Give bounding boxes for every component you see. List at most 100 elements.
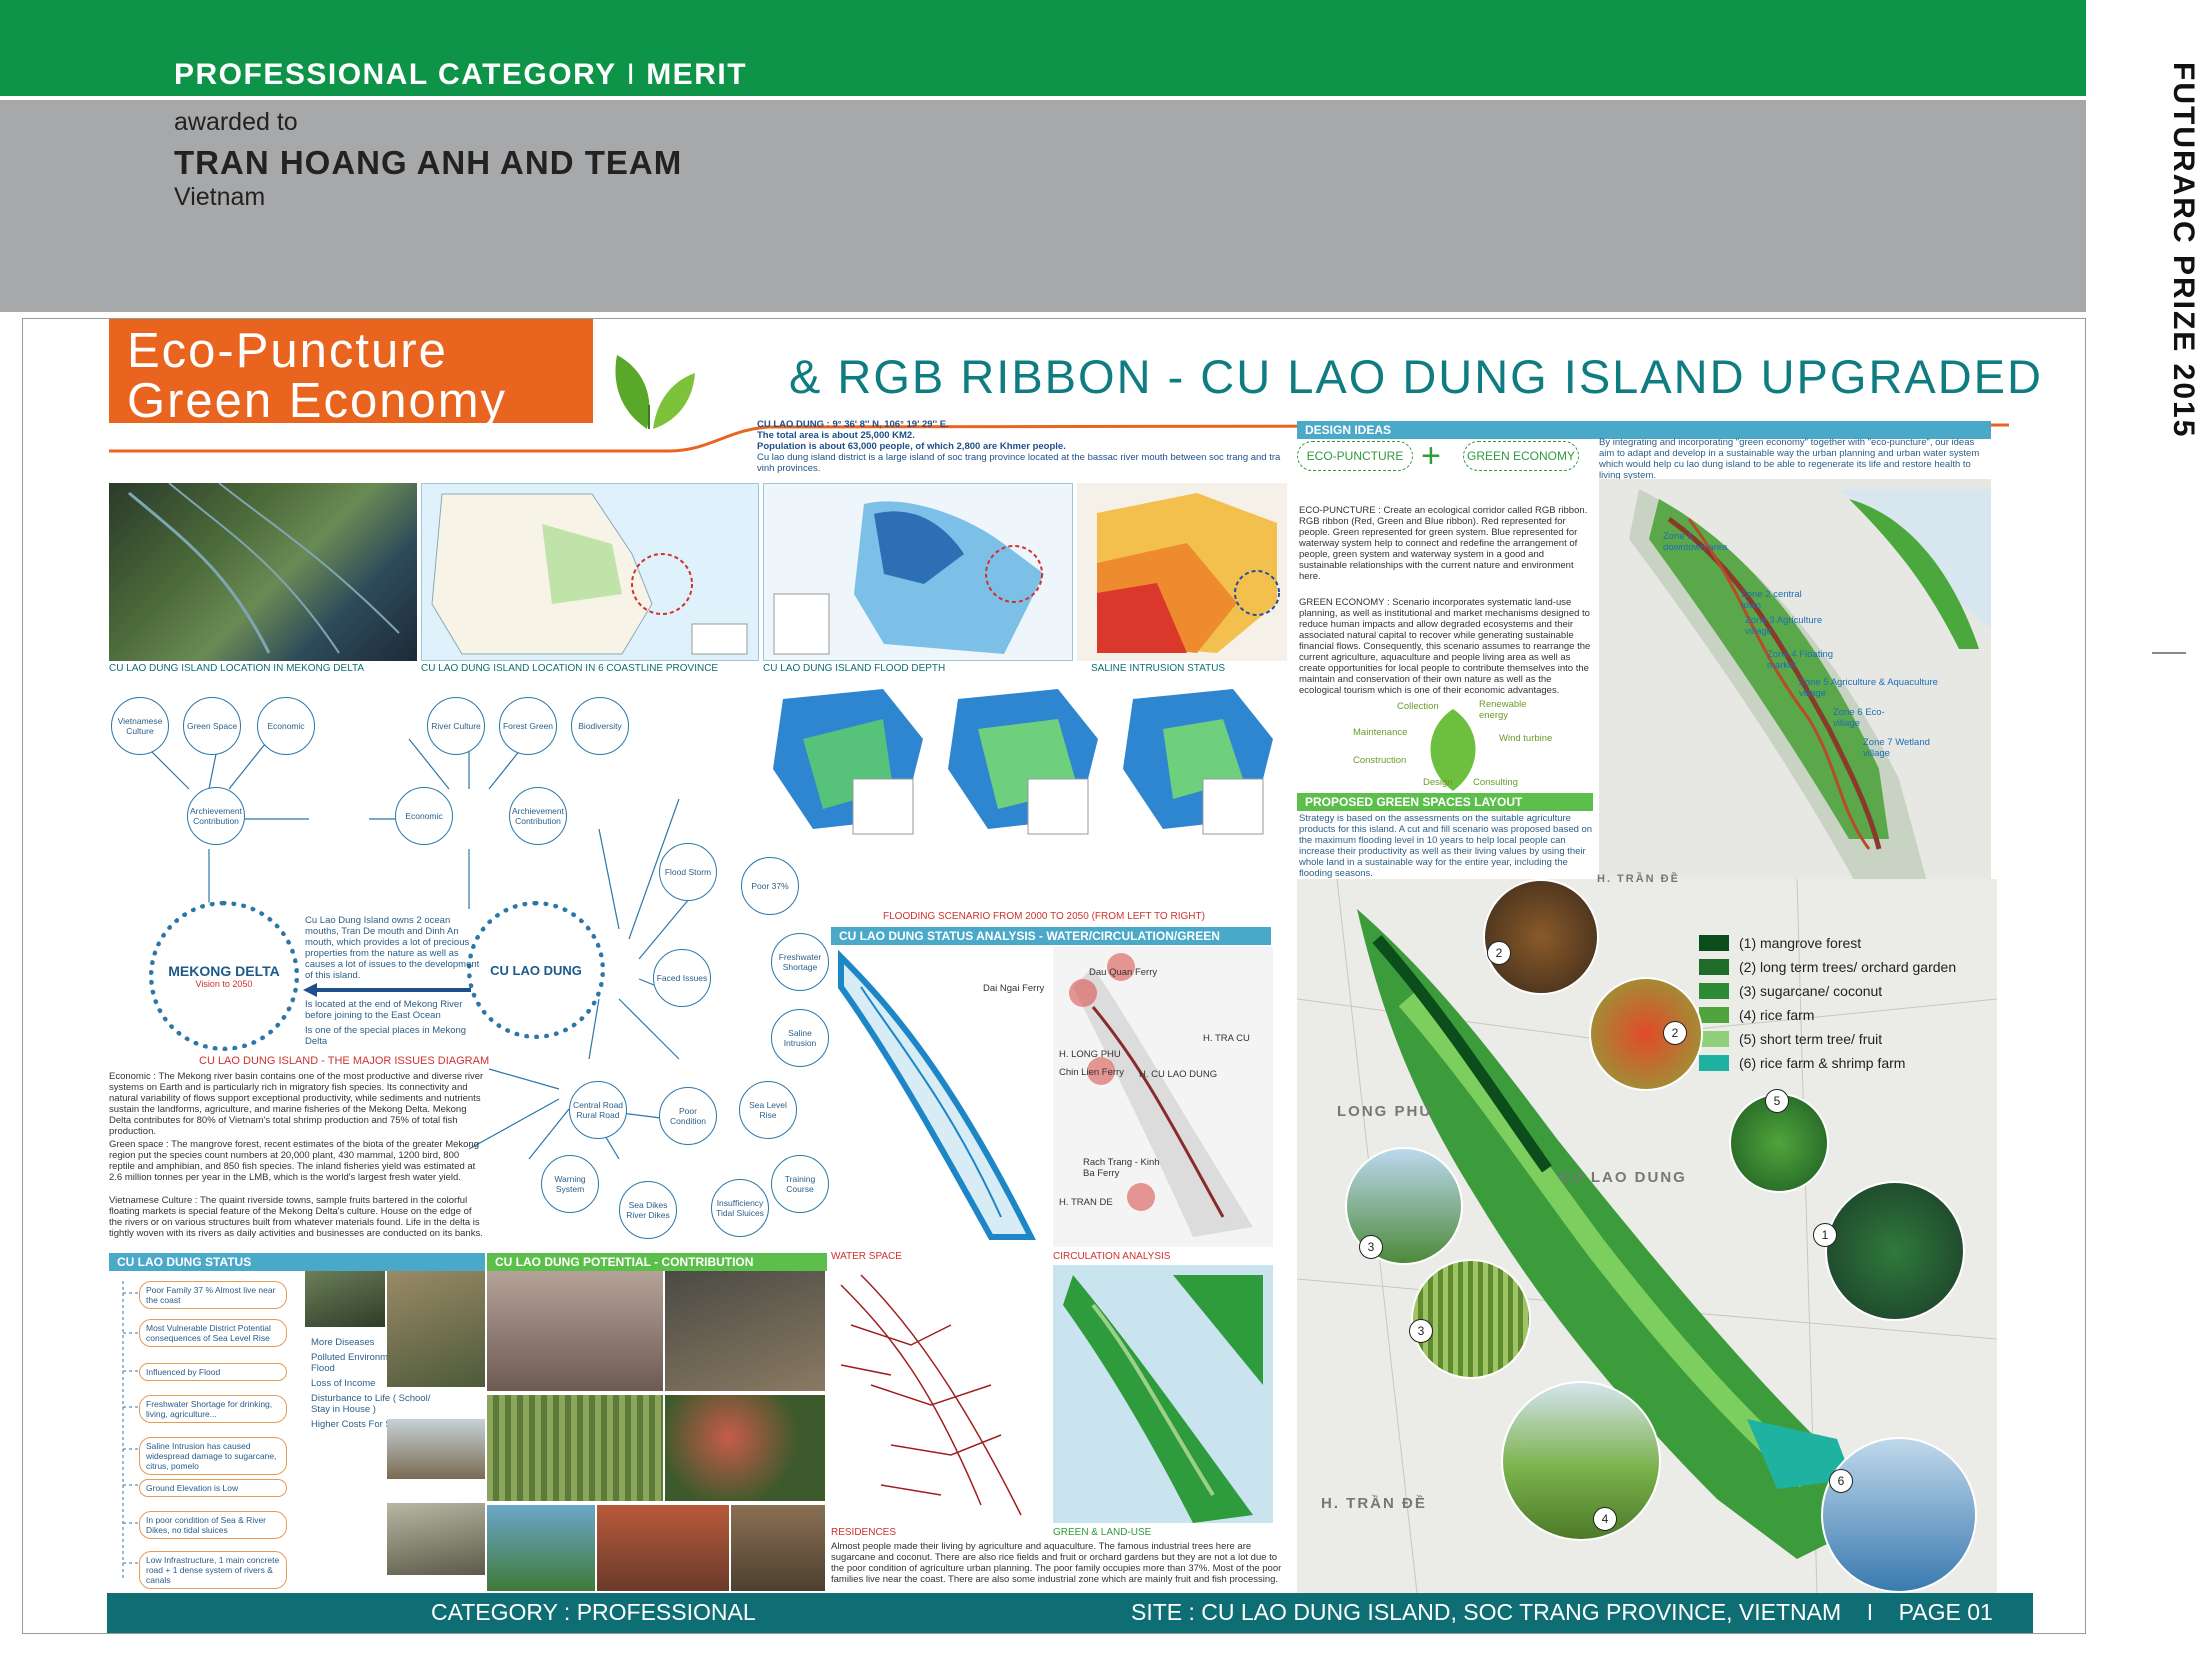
label-long-phu-small: H. LONG PHU (1059, 1049, 1121, 1060)
legend-item-4: (4) rice farm (1699, 1007, 1814, 1023)
status-bar: CU LAO DUNG STATUS (109, 1253, 485, 1271)
status-analysis-bar: CU LAO DUNG STATUS ANALYSIS - WATER/CIRC… (831, 927, 1271, 945)
node-warning-system: Warning System (541, 1155, 599, 1213)
caption-flooding-scenario: FLOODING SCENARIO FROM 2000 TO 2050 (FRO… (883, 911, 1205, 922)
flood-effect-4: Disturbance to Life ( School/ Stay in Ho… (311, 1393, 431, 1415)
photo-rice-farm (1501, 1381, 1661, 1541)
poster-title: & RGB RIBBON - CU LAO DUNG ISLAND UPGRAD… (789, 350, 2043, 403)
leaf-label-consulting: Consulting (1473, 777, 1518, 788)
culaodung-label: CU LAO DUNG (490, 962, 582, 978)
intro-block: CU LAO DUNG : 9° 36' 8'' N, 106° 19' 29'… (757, 419, 1297, 477)
node-tidal-sluices: Insufficiency Tidal Sluices (711, 1179, 769, 1237)
design-intro: By integrating and incorporating "green … (1599, 437, 1980, 481)
node-forest-green: Forest Green (499, 697, 557, 755)
residence-text: Almost people made their living by agric… (831, 1541, 1282, 1585)
caption-residences: RESIDENCES (831, 1527, 897, 1538)
paragraph-green: Green space : The mangrove forest, recen… (109, 1139, 479, 1183)
zone-label-1: Zone 1 downtown area (1663, 531, 1728, 553)
node-sea-dikes: Sea Dikes River Dikes (619, 1181, 677, 1239)
intro-description: Cu lao dung island district is a large i… (757, 452, 1281, 474)
caption-green-land: GREEN & LAND-USE (1053, 1527, 1152, 1538)
diagram-note-3: Is one of the special places in Mekong D… (305, 1025, 467, 1047)
leaf-label-design: Design (1423, 777, 1453, 788)
green-economy-text: GREEN ECONOMY : Scenario incorporates sy… (1299, 597, 1591, 696)
legend-item-5: (5) short term tree/ fruit (1699, 1031, 1882, 1047)
intro-population: Population is about 63,000 people, of wh… (757, 441, 1066, 452)
awarded-to-label: awarded to (174, 108, 298, 136)
node-vietnamese-culture: Vietnamese Culture (111, 697, 169, 755)
diagram-note-2: Is located at the end of Mekong River be… (305, 999, 463, 1021)
legend-item-6: (6) rice farm & shrimp farm (1699, 1055, 1905, 1071)
node-training-course: Training Course (771, 1155, 829, 1213)
photo-fruit (665, 1395, 825, 1501)
node-achievement-right: Archievement Contribution (509, 787, 567, 845)
team-name: TRAN HOANG ANH AND TEAM (174, 144, 683, 181)
label-cu-lao-dung-small: H. CU LAO DUNG (1139, 1069, 1218, 1080)
caption-mekong-location: CU LAO DUNG ISLAND LOCATION IN MEKONG DE… (109, 663, 365, 674)
status-item-3: Influenced by Flood (139, 1363, 287, 1381)
logo-line-1: Eco-Puncture (127, 324, 448, 378)
node-saline-intrusion: Saline Intrusion (771, 1009, 829, 1067)
strategy-text: Strategy is based on the assessments on … (1299, 813, 1593, 879)
logo-box: Eco-Puncture Green Economy (109, 319, 593, 428)
zone-label-6: Zone 6 Eco-village (1833, 707, 1885, 729)
status-item-7: In poor condition of Sea & River Dikes, … (139, 1511, 287, 1539)
mekong-delta-node: MEKONG DELTA Vision to 2050 (149, 901, 299, 1051)
legend-item-1: (1) mangrove forest (1699, 935, 1861, 951)
label-tra-cu: H. TRA CU (1203, 1033, 1250, 1044)
green-spaces-bar: PROPOSED GREEN SPACES LAYOUT (1297, 793, 1593, 811)
node-central-road: Central Road Rural Road (569, 1081, 627, 1139)
status-item-6: Ground Elevation is Low (139, 1479, 287, 1497)
status-item-2: Most Vulnerable District Potential conse… (139, 1319, 287, 1347)
photo-market (731, 1505, 825, 1591)
side-divider (2152, 652, 2186, 654)
photo-bamboo (487, 1395, 663, 1501)
node-green-space: Green Space (183, 697, 241, 755)
photo-number: 6 (1829, 1469, 1853, 1493)
leaf-label-collection: Collection (1397, 701, 1439, 712)
zone-label-7: Zone 7 Wetland village (1863, 737, 1930, 759)
photo-sugarcane (1411, 1259, 1531, 1379)
photo-number: 3 (1359, 1235, 1383, 1259)
eco-puncture-pill: ECO-PUNCTURE (1297, 441, 1413, 471)
eco-puncture-text: ECO-PUNCTURE : Create an ecological corr… (1299, 505, 1588, 582)
arrow-left-icon (303, 983, 471, 997)
paragraph-economic: Economic : The Mekong river basin contai… (109, 1071, 484, 1137)
poster-footer: CATEGORY : PROFESSIONAL SITE : CU LAO DU… (107, 1593, 2033, 1633)
node-biodiversity: Biodiversity (571, 697, 629, 755)
node-freshwater-shortage: Freshwater Shortage (771, 933, 829, 991)
footer-site: SITE : CU LAO DUNG ISLAND, SOC TRANG PRO… (1131, 1599, 1993, 1625)
status-item-8: Low Infrastructure, 1 main concrete road… (139, 1551, 287, 1589)
mekong-delta-label: MEKONG DELTA (168, 963, 280, 979)
plan-label-long-phu: LONG PHÚ (1337, 1103, 1433, 1120)
intro-coordinates: CU LAO DUNG : 9° 36' 8'' N, 106° 19' 29'… (757, 419, 949, 430)
photo-river-erosion (387, 1271, 485, 1387)
leaf-label-maintenance: Maintenance (1353, 727, 1408, 738)
label-ferry-dau-quan: Dau Quan Ferry (1089, 967, 1158, 978)
status-item-4: Freshwater Shortage for drinking, living… (139, 1395, 287, 1423)
caption-water-space: WATER SPACE (831, 1251, 902, 1262)
node-economic: Economic (257, 697, 315, 755)
photo-canal (487, 1505, 595, 1591)
paragraph-culture: Vietnamese Culture : The quaint riversid… (109, 1195, 483, 1239)
footer-category: CATEGORY : PROFESSIONAL (431, 1599, 756, 1625)
node-sea-level-rise: Sea Level Rise (739, 1081, 797, 1139)
leaf-label-renewable: Renewable energy (1479, 699, 1527, 721)
poster-board: Eco-Puncture Green Economy & RGB RIBBON … (22, 318, 2086, 1634)
plan-label-tran-de: H. TRẦN ĐỀ (1321, 1495, 1427, 1512)
node-achievement-left: Archievement Contribution (187, 787, 245, 845)
photo-number: 2 (1663, 1021, 1687, 1045)
node-economic-mid: Economic (395, 787, 453, 845)
photo-number: 5 (1765, 1089, 1789, 1113)
culaodung-node: CU LAO DUNG (467, 901, 605, 1039)
caption-coastline-location: CU LAO DUNG ISLAND LOCATION IN 6 COASTLI… (421, 663, 719, 674)
node-faced-issues: Faced Issues (653, 949, 711, 1007)
photo-shrimp-farm (1821, 1437, 1977, 1593)
photo-flooded-street (305, 1271, 385, 1327)
caption-issues-diagram: CU LAO DUNG ISLAND - THE MAJOR ISSUES DI… (199, 1055, 490, 1067)
legend-item-3: (3) sugarcane/ coconut (1699, 983, 1882, 999)
photo-mangrove (1825, 1181, 1965, 1321)
caption-circulation: CIRCULATION ANALYSIS (1053, 1251, 1171, 1262)
diagram-note-1: Cu Lao Dung Island owns 2 ocean mouths, … (305, 915, 480, 981)
green-land-use-map (1053, 1265, 1273, 1523)
